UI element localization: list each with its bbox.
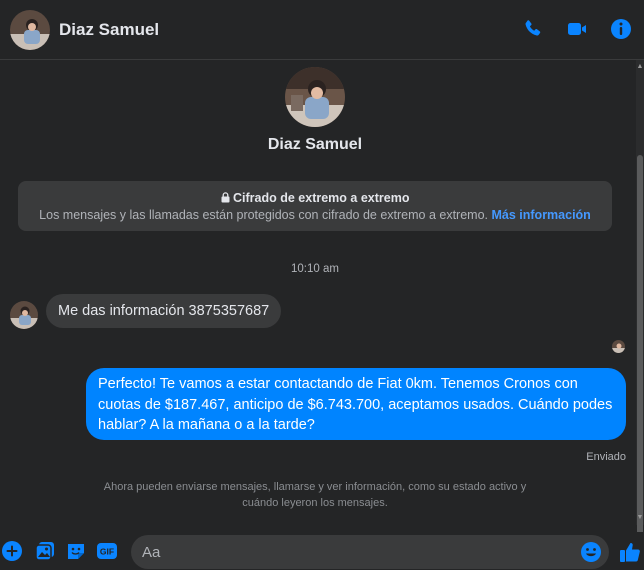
- connection-notice: Ahora pueden enviarse mensajes, llamarse…: [103, 481, 527, 509]
- message-input[interactable]: [131, 535, 609, 569]
- sender-avatar[interactable]: [10, 301, 38, 329]
- encryption-description: Los mensajes y las llamadas están proteg…: [39, 208, 489, 222]
- like-icon[interactable]: [618, 540, 642, 564]
- read-receipt-avatar: [612, 340, 625, 353]
- gif-label: GIF: [100, 547, 114, 557]
- plus-icon[interactable]: [1, 540, 23, 562]
- encryption-banner: Cifrado de extremo a extremo Los mensaje…: [18, 181, 612, 231]
- profile-avatar[interactable]: [285, 67, 345, 127]
- encryption-title-text: Cifrado de extremo a extremo: [233, 191, 410, 205]
- more-info-link[interactable]: Más información: [492, 208, 591, 222]
- contact-avatar[interactable]: [10, 10, 50, 50]
- emoji-icon[interactable]: [580, 541, 602, 563]
- scroll-down-icon[interactable]: ▼: [636, 513, 644, 523]
- contact-name[interactable]: Diaz Samuel: [59, 20, 159, 40]
- lock-icon: [221, 192, 230, 203]
- encryption-title: Cifrado de extremo a extremo: [18, 191, 612, 205]
- image-icon[interactable]: [34, 540, 56, 562]
- message-status: Enviado: [586, 451, 626, 463]
- phone-icon[interactable]: [521, 17, 545, 41]
- scrollbar[interactable]: ▲ ▼: [636, 60, 644, 570]
- info-icon[interactable]: [609, 17, 633, 41]
- scroll-thumb[interactable]: [637, 155, 643, 570]
- message-composer: GIF: [0, 532, 644, 570]
- sticker-icon[interactable]: [65, 540, 87, 562]
- chat-header: Diaz Samuel: [0, 0, 644, 60]
- incoming-message[interactable]: Me das información 3875357687: [46, 294, 282, 328]
- gif-icon[interactable]: GIF: [96, 540, 118, 562]
- scroll-up-icon[interactable]: ▲: [636, 62, 644, 72]
- profile-name: Diaz Samuel: [267, 136, 363, 153]
- encryption-text: Los mensajes y las llamadas están proteg…: [18, 208, 612, 222]
- video-camera-icon[interactable]: [565, 17, 589, 41]
- outgoing-message[interactable]: Perfecto! Te vamos a estar contactando d…: [86, 368, 626, 440]
- message-timestamp: 10:10 am: [291, 263, 339, 275]
